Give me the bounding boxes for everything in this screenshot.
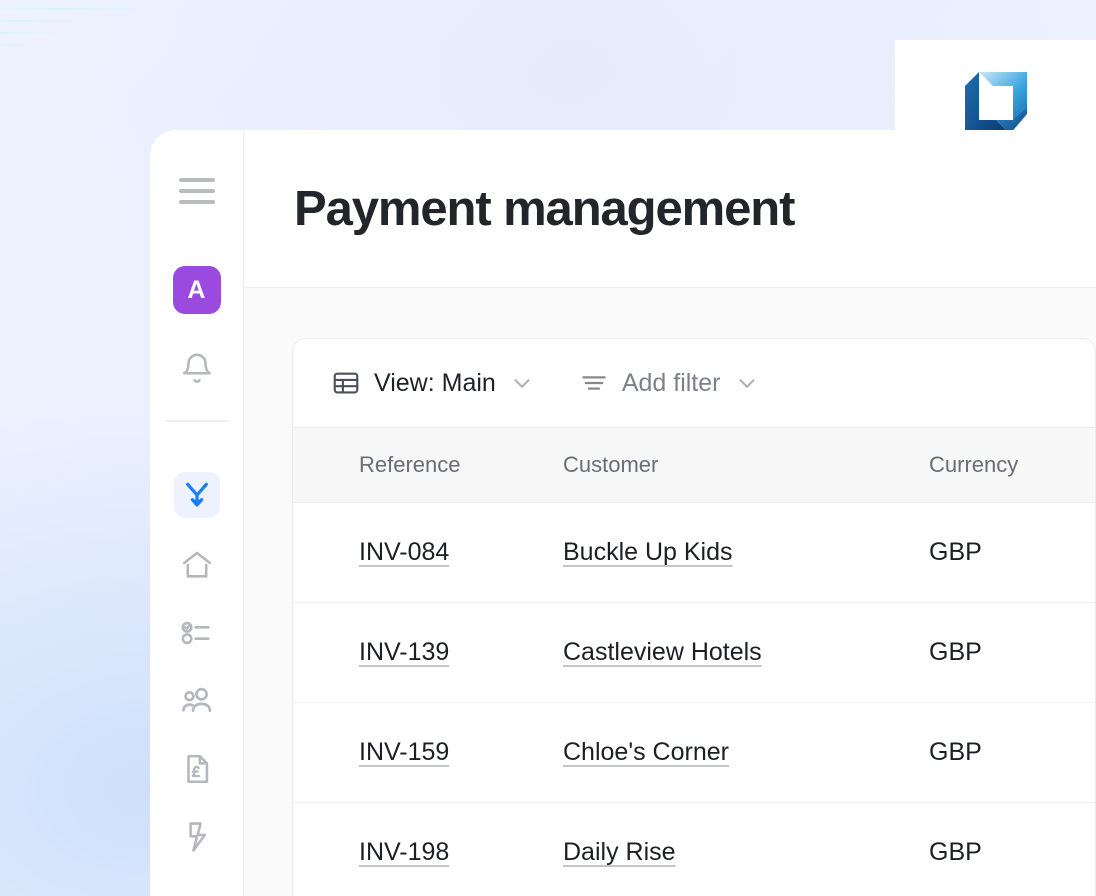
cell-reference-link[interactable]: INV-139 xyxy=(359,638,449,666)
cell-customer[interactable]: Daily Rise xyxy=(563,803,911,896)
add-filter-button[interactable]: Add filter xyxy=(579,368,760,398)
cell-reference[interactable]: INV-139 xyxy=(293,602,563,703)
decorative-streaks xyxy=(0,0,200,74)
avatar[interactable]: A xyxy=(172,266,221,314)
sidebar-item-automations[interactable] xyxy=(174,814,220,860)
app-window: A Payment management View: Main Add filt… xyxy=(150,130,1096,896)
sidebar-item-flows[interactable] xyxy=(173,472,220,518)
page-header: Payment management xyxy=(244,130,1096,288)
table-header-row: Reference Customer Currency xyxy=(293,427,1095,503)
sidebar-item-contacts[interactable] xyxy=(174,678,220,724)
cell-currency: GBP xyxy=(911,602,1095,703)
cell-customer[interactable]: Chloe's Corner xyxy=(563,702,911,803)
filter-lines-icon xyxy=(579,368,609,398)
merge-arrow-down-icon xyxy=(181,479,213,511)
sidebar-item-tasks[interactable] xyxy=(174,610,220,656)
cell-customer-link[interactable]: Daily Rise xyxy=(563,838,676,866)
cell-currency: GBP xyxy=(911,502,1095,603)
view-selector-label: View: Main xyxy=(374,368,496,397)
sidebar-divider xyxy=(164,420,229,422)
table-toolbar: View: Main Add filter xyxy=(293,339,1095,427)
cell-currency: GBP xyxy=(911,702,1095,803)
view-selector[interactable]: View: Main xyxy=(331,368,535,398)
sidebar-rail: A xyxy=(150,130,244,896)
main-content: Payment management View: Main Add filter… xyxy=(244,130,1096,896)
chevron-down-icon xyxy=(509,370,535,396)
cell-customer-link[interactable]: Buckle Up Kids xyxy=(563,538,733,566)
table-row[interactable]: INV-084 Buckle Up Kids GBP xyxy=(293,502,1095,603)
table-row[interactable]: INV-159 Chloe's Corner GBP xyxy=(293,702,1095,803)
payments-table: Reference Customer Currency INV-084 Buckl… xyxy=(293,427,1095,896)
column-header-currency[interactable]: Currency xyxy=(911,427,1095,503)
sidebar-item-notifications[interactable] xyxy=(174,346,220,392)
cell-reference[interactable]: INV-198 xyxy=(293,803,563,896)
checklist-icon xyxy=(180,616,214,650)
page-backdrop: A Payment management View: Main Add filt… xyxy=(0,0,1096,896)
cell-reference[interactable]: INV-159 xyxy=(293,702,563,803)
document-pound-icon xyxy=(180,752,214,786)
chevron-down-icon xyxy=(734,370,760,396)
table-head: Reference Customer Currency xyxy=(293,427,1095,503)
cell-reference-link[interactable]: INV-159 xyxy=(359,738,449,766)
people-icon xyxy=(179,683,215,719)
bell-icon xyxy=(180,352,214,386)
hamburger-menu-icon[interactable] xyxy=(174,168,220,214)
table-row[interactable]: INV-139 Castleview Hotels GBP xyxy=(293,602,1095,703)
avatar-initial: A xyxy=(187,275,206,304)
home-icon xyxy=(180,548,214,582)
cell-reference[interactable]: INV-084 xyxy=(293,502,563,603)
cell-reference-link[interactable]: INV-084 xyxy=(359,538,449,566)
sidebar-item-home[interactable] xyxy=(174,542,220,588)
logo-mark-icon xyxy=(963,64,1029,136)
cell-customer-link[interactable]: Chloe's Corner xyxy=(563,738,729,766)
content-area: View: Main Add filter Reference Customer… xyxy=(244,288,1096,896)
lightning-bolt-icon xyxy=(180,820,214,854)
table-row[interactable]: INV-198 Daily Rise GBP xyxy=(293,803,1095,896)
table-body: INV-084 Buckle Up Kids GBP INV-139 Castlevie… xyxy=(293,502,1095,896)
column-header-reference[interactable]: Reference xyxy=(293,427,563,503)
cell-currency: GBP xyxy=(929,838,982,867)
cell-customer[interactable]: Castleview Hotels xyxy=(563,602,911,703)
add-filter-label: Add filter xyxy=(621,368,721,397)
table-grid-icon xyxy=(331,368,361,398)
cell-reference-link[interactable]: INV-198 xyxy=(359,838,449,866)
column-header-customer[interactable]: Customer xyxy=(563,427,911,503)
cell-customer-link[interactable]: Castleview Hotels xyxy=(563,638,762,666)
cell-customer[interactable]: Buckle Up Kids xyxy=(563,502,911,603)
table-card: View: Main Add filter Reference Customer… xyxy=(292,338,1096,896)
page-title: Payment management xyxy=(294,181,795,236)
sidebar-item-invoices[interactable] xyxy=(174,746,220,792)
